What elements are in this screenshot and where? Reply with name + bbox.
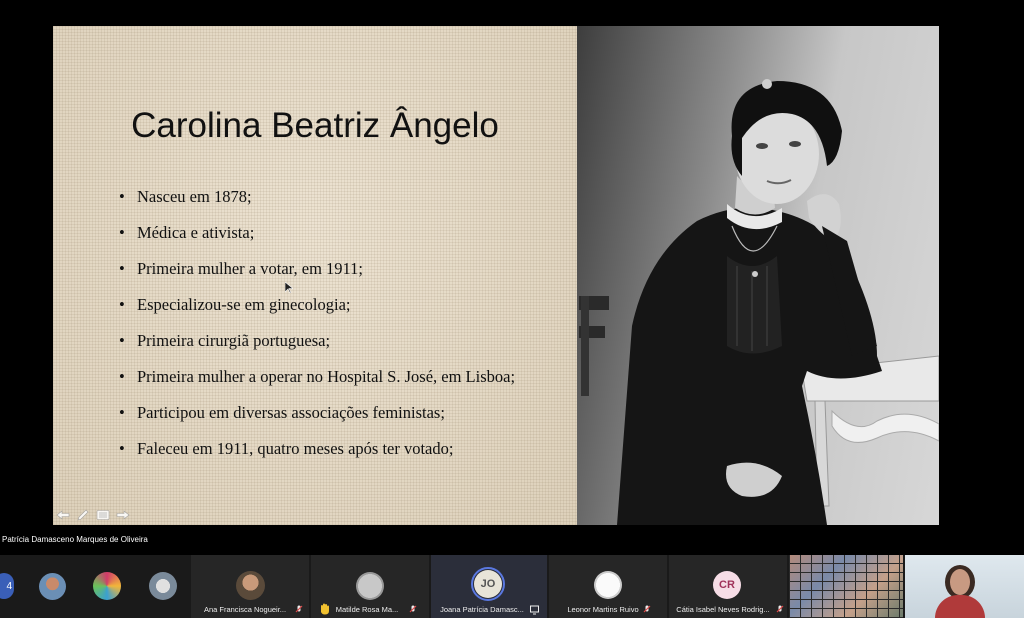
menu-icon[interactable] <box>95 508 111 522</box>
participant-avatar <box>356 572 384 600</box>
participant-tile[interactable]: CR Cátia Isabel Neves Rodrig... <box>669 555 787 618</box>
participant-initials: JO <box>474 570 502 598</box>
participant-name: Cátia Isabel Neves Rodrig... <box>676 605 770 614</box>
slide-text-panel: Carolina Beatriz Ângelo • Nasceu em 1878;… <box>53 26 577 525</box>
self-video-view[interactable] <box>905 555 1024 618</box>
participant-avatar[interactable] <box>149 572 177 600</box>
participant-avatar[interactable] <box>39 573 66 600</box>
bullet-item: • Primeira cirurgiã portuguesa; <box>119 331 331 350</box>
arrow-left-icon[interactable] <box>55 508 71 522</box>
portrait-photo <box>577 26 939 525</box>
participant-tile-active[interactable]: JO Joana Patrícia Damasc... <box>431 555 547 618</box>
slide-bullet-list: • Nasceu em 1878; • Médica e ativista; • Pr… <box>117 186 515 474</box>
slide-navigation <box>55 508 131 522</box>
participant-avatar[interactable] <box>93 572 121 600</box>
bullet-item: • Especializou-se em ginecologia; <box>119 295 351 314</box>
participant-name: Ana Francisca Nogueir... <box>203 605 287 614</box>
gallery-view-thumbnail[interactable] <box>789 555 903 618</box>
screen-share-icon <box>530 605 539 615</box>
mouse-cursor-icon <box>285 282 293 294</box>
participant-initials: CR <box>713 571 741 599</box>
bullet-item: • Faleceu em 1911, quatro meses após ter … <box>119 439 454 458</box>
pen-icon[interactable] <box>75 508 91 522</box>
mic-muted-icon <box>643 605 651 613</box>
participant-avatar <box>594 571 622 599</box>
presentation-slide: Carolina Beatriz Ângelo • Nasceu em 1878;… <box>53 26 939 525</box>
participant-strip: 4 Ana Francisca Nogueir... Matilde Rosa … <box>0 555 1024 618</box>
mic-muted-icon <box>409 605 417 613</box>
participant-avatar <box>236 571 265 600</box>
participant-tile[interactable]: Matilde Rosa Ma... <box>311 555 429 618</box>
participant-tile[interactable]: Ana Francisca Nogueir... <box>191 555 309 618</box>
self-video-shoulders <box>935 595 985 618</box>
mic-muted-icon <box>295 605 303 613</box>
participant-tile[interactable]: Leonor Martins Ruivo <box>549 555 667 618</box>
bullet-item: • Primeira mulher a operar no Hospital S.… <box>119 367 516 386</box>
presenter-name-label: Patrícia Damasceno Marques de Oliveira <box>2 535 148 544</box>
mic-muted-icon <box>776 605 784 613</box>
bullet-item: • Participou em diversas associações femi… <box>119 403 445 422</box>
bullet-item: • Médica e ativista; <box>119 223 255 242</box>
arrow-right-icon[interactable] <box>115 508 131 522</box>
participant-count-badge[interactable]: 4 <box>0 573 14 599</box>
bullet-item: • Primeira mulher a votar, em 1911; <box>119 259 363 278</box>
self-video-face <box>950 569 970 595</box>
bullet-item: • Nasceu em 1878; <box>119 187 252 206</box>
slide-title: Carolina Beatriz Ângelo <box>131 106 499 145</box>
